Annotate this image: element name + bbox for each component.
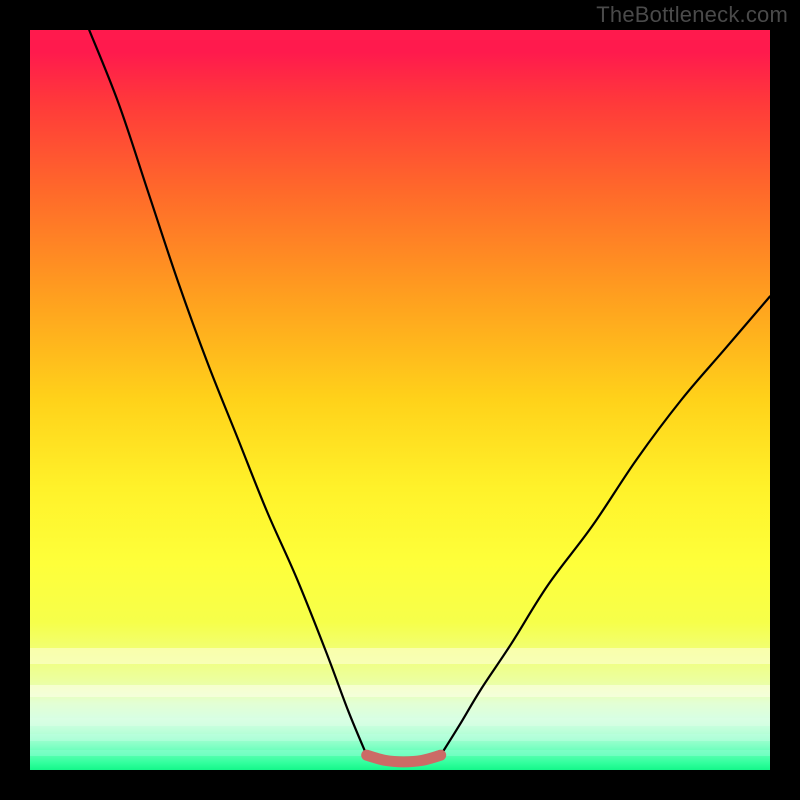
curve-right-branch <box>441 296 770 755</box>
chart-plot-area <box>30 30 770 770</box>
curve-valley-highlight <box>367 755 441 762</box>
watermark-text: TheBottleneck.com <box>596 2 788 28</box>
chart-curves-svg <box>30 30 770 770</box>
curve-left-branch <box>89 30 367 755</box>
